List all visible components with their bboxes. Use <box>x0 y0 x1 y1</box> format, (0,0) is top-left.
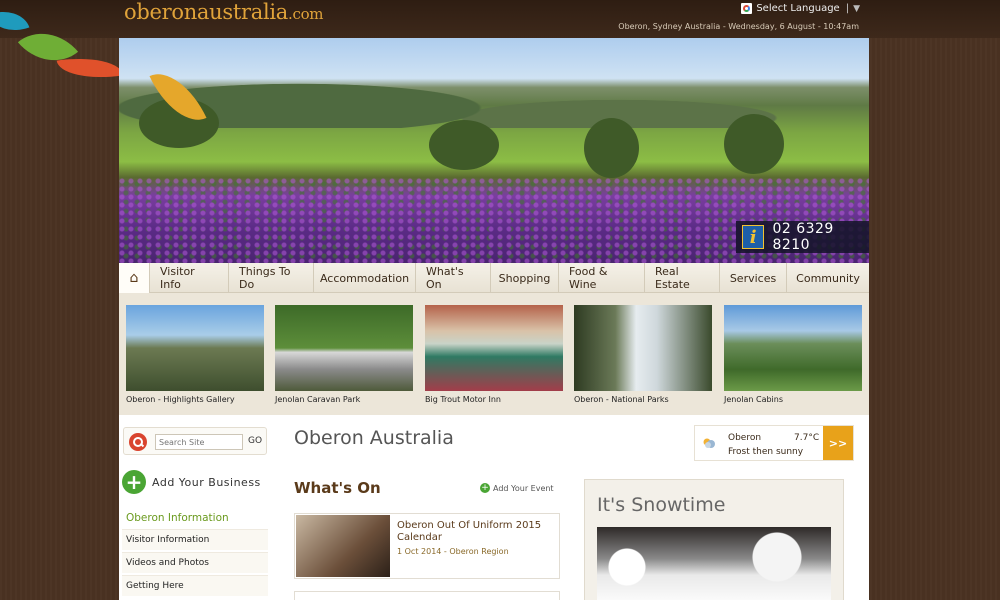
main-panel: GO + Add Your Business Oberon Informatio… <box>119 415 869 600</box>
thumbnail-caption: Jenolan Caravan Park <box>275 395 361 404</box>
nav-community[interactable]: Community <box>787 263 869 293</box>
content-area: Oberon - Highlights Gallery Jenolan Cara… <box>119 293 869 600</box>
thumbnail-caption: Jenolan Cabins <box>724 395 784 404</box>
weather-condition: Frost then sunny <box>728 447 804 457</box>
feature-image[interactable] <box>597 527 831 600</box>
event-card[interactable]: Oberon Out Of Uniform 2015 Calendar 1 Oc… <box>294 513 560 579</box>
weather-location: Oberon <box>728 433 762 443</box>
main-nav: ⌂ Visitor Info Things To Do Accommodatio… <box>119 263 869 293</box>
home-icon: ⌂ <box>129 270 139 286</box>
plus-icon: + <box>480 482 490 493</box>
event-image <box>296 515 390 577</box>
info-icon: i <box>742 225 765 249</box>
nav-visitor-info[interactable]: Visitor Info <box>150 263 229 293</box>
top-bar: oberonaustralia.com Select Language | ▼ … <box>0 0 1000 38</box>
chevron-down-icon: ▼ <box>853 3 860 14</box>
event-card[interactable] <box>294 591 560 600</box>
thumbnail-caption: Oberon - Highlights Gallery <box>126 395 235 404</box>
thumbnail-image <box>126 305 264 391</box>
sidebar-link[interactable]: Videos and Photos <box>122 552 268 573</box>
nav-food-wine[interactable]: Food & Wine <box>559 263 645 293</box>
phone-badge[interactable]: i 02 6329 8210 <box>736 221 869 253</box>
language-divider: | <box>845 3 850 14</box>
hero-tree <box>584 118 639 178</box>
hero-banner: i 02 6329 8210 <box>119 38 869 263</box>
thumbnail-image <box>574 305 712 391</box>
search-input[interactable] <box>155 434 243 450</box>
weather-icon <box>703 438 715 448</box>
sidebar-link[interactable]: Getting Here <box>122 575 268 596</box>
thumbnail-image <box>724 305 862 391</box>
add-business-label: Add Your Business <box>152 475 261 489</box>
language-label: Select Language <box>756 3 840 14</box>
featured-thumbnails: Oberon - Highlights Gallery Jenolan Cara… <box>119 293 869 415</box>
thumbnail-card[interactable]: Jenolan Cabins <box>724 305 862 404</box>
event-meta: 1 Oct 2014 - Oberon Region <box>397 547 509 556</box>
logo-name: oberonaustralia <box>124 0 288 24</box>
feature-box: It's Snowtime <box>584 479 844 600</box>
sidebar: GO + Add Your Business Oberon Informatio… <box>119 415 274 600</box>
thumbnail-caption: Big Trout Motor Inn <box>425 395 501 404</box>
nav-things-to-do[interactable]: Things To Do <box>229 263 314 293</box>
phone-number: 02 6329 8210 <box>772 221 834 253</box>
thumbnail-card[interactable]: Big Trout Motor Inn <box>425 305 563 404</box>
weather-more-button[interactable]: >> <box>823 426 853 460</box>
add-business-button[interactable]: + Add Your Business <box>122 470 261 494</box>
site-search: GO <box>123 427 267 455</box>
nav-shopping[interactable]: Shopping <box>491 263 559 293</box>
thumbnail-caption: Oberon - National Parks <box>574 395 669 404</box>
google-icon <box>741 3 753 14</box>
current-datetime: Oberon, Sydney Australia - Wednesday, 6 … <box>618 22 859 31</box>
weather-widget: Oberon 7.7°C Frost then sunny >> <box>694 425 854 461</box>
language-selector[interactable]: Select Language | ▼ <box>741 3 860 14</box>
nav-services[interactable]: Services <box>720 263 787 293</box>
event-title: Oberon Out Of Uniform 2015 Calendar <box>397 520 542 543</box>
nav-whats-on[interactable]: What's On <box>416 263 491 293</box>
plus-icon: + <box>122 470 146 494</box>
thumbnail-card[interactable]: Oberon - Highlights Gallery <box>126 305 264 404</box>
site-logo[interactable]: oberonaustralia.com <box>124 0 324 24</box>
search-icon[interactable] <box>129 433 147 451</box>
add-event-link[interactable]: + Add Your Event <box>480 483 554 493</box>
thumbnail-card[interactable]: Oberon - National Parks <box>574 305 712 404</box>
hero-tree <box>724 114 784 174</box>
add-event-label: Add Your Event <box>493 483 554 493</box>
thumbnail-image <box>275 305 413 391</box>
sidebar-link[interactable]: Visitor Information <box>122 529 268 550</box>
thumbnail-image <box>425 305 563 391</box>
thumbnail-card[interactable]: Jenolan Caravan Park <box>275 305 413 404</box>
whats-on-heading: What's On <box>294 479 381 497</box>
sidebar-heading: Oberon Information <box>126 512 229 524</box>
nav-home[interactable]: ⌂ <box>119 263 150 293</box>
nav-accommodation[interactable]: Accommodation <box>314 263 416 293</box>
logo-tld: .com <box>288 5 324 23</box>
feature-title: It's Snowtime <box>597 494 726 516</box>
main-column: Oberon Australia What's On + Add Your Ev… <box>294 415 564 600</box>
search-go-button[interactable]: GO <box>248 436 262 446</box>
nav-real-estate[interactable]: Real Estate <box>645 263 720 293</box>
hero-tree <box>429 120 499 170</box>
weather-temperature: 7.7°C <box>794 433 820 443</box>
page-title: Oberon Australia <box>294 427 454 449</box>
